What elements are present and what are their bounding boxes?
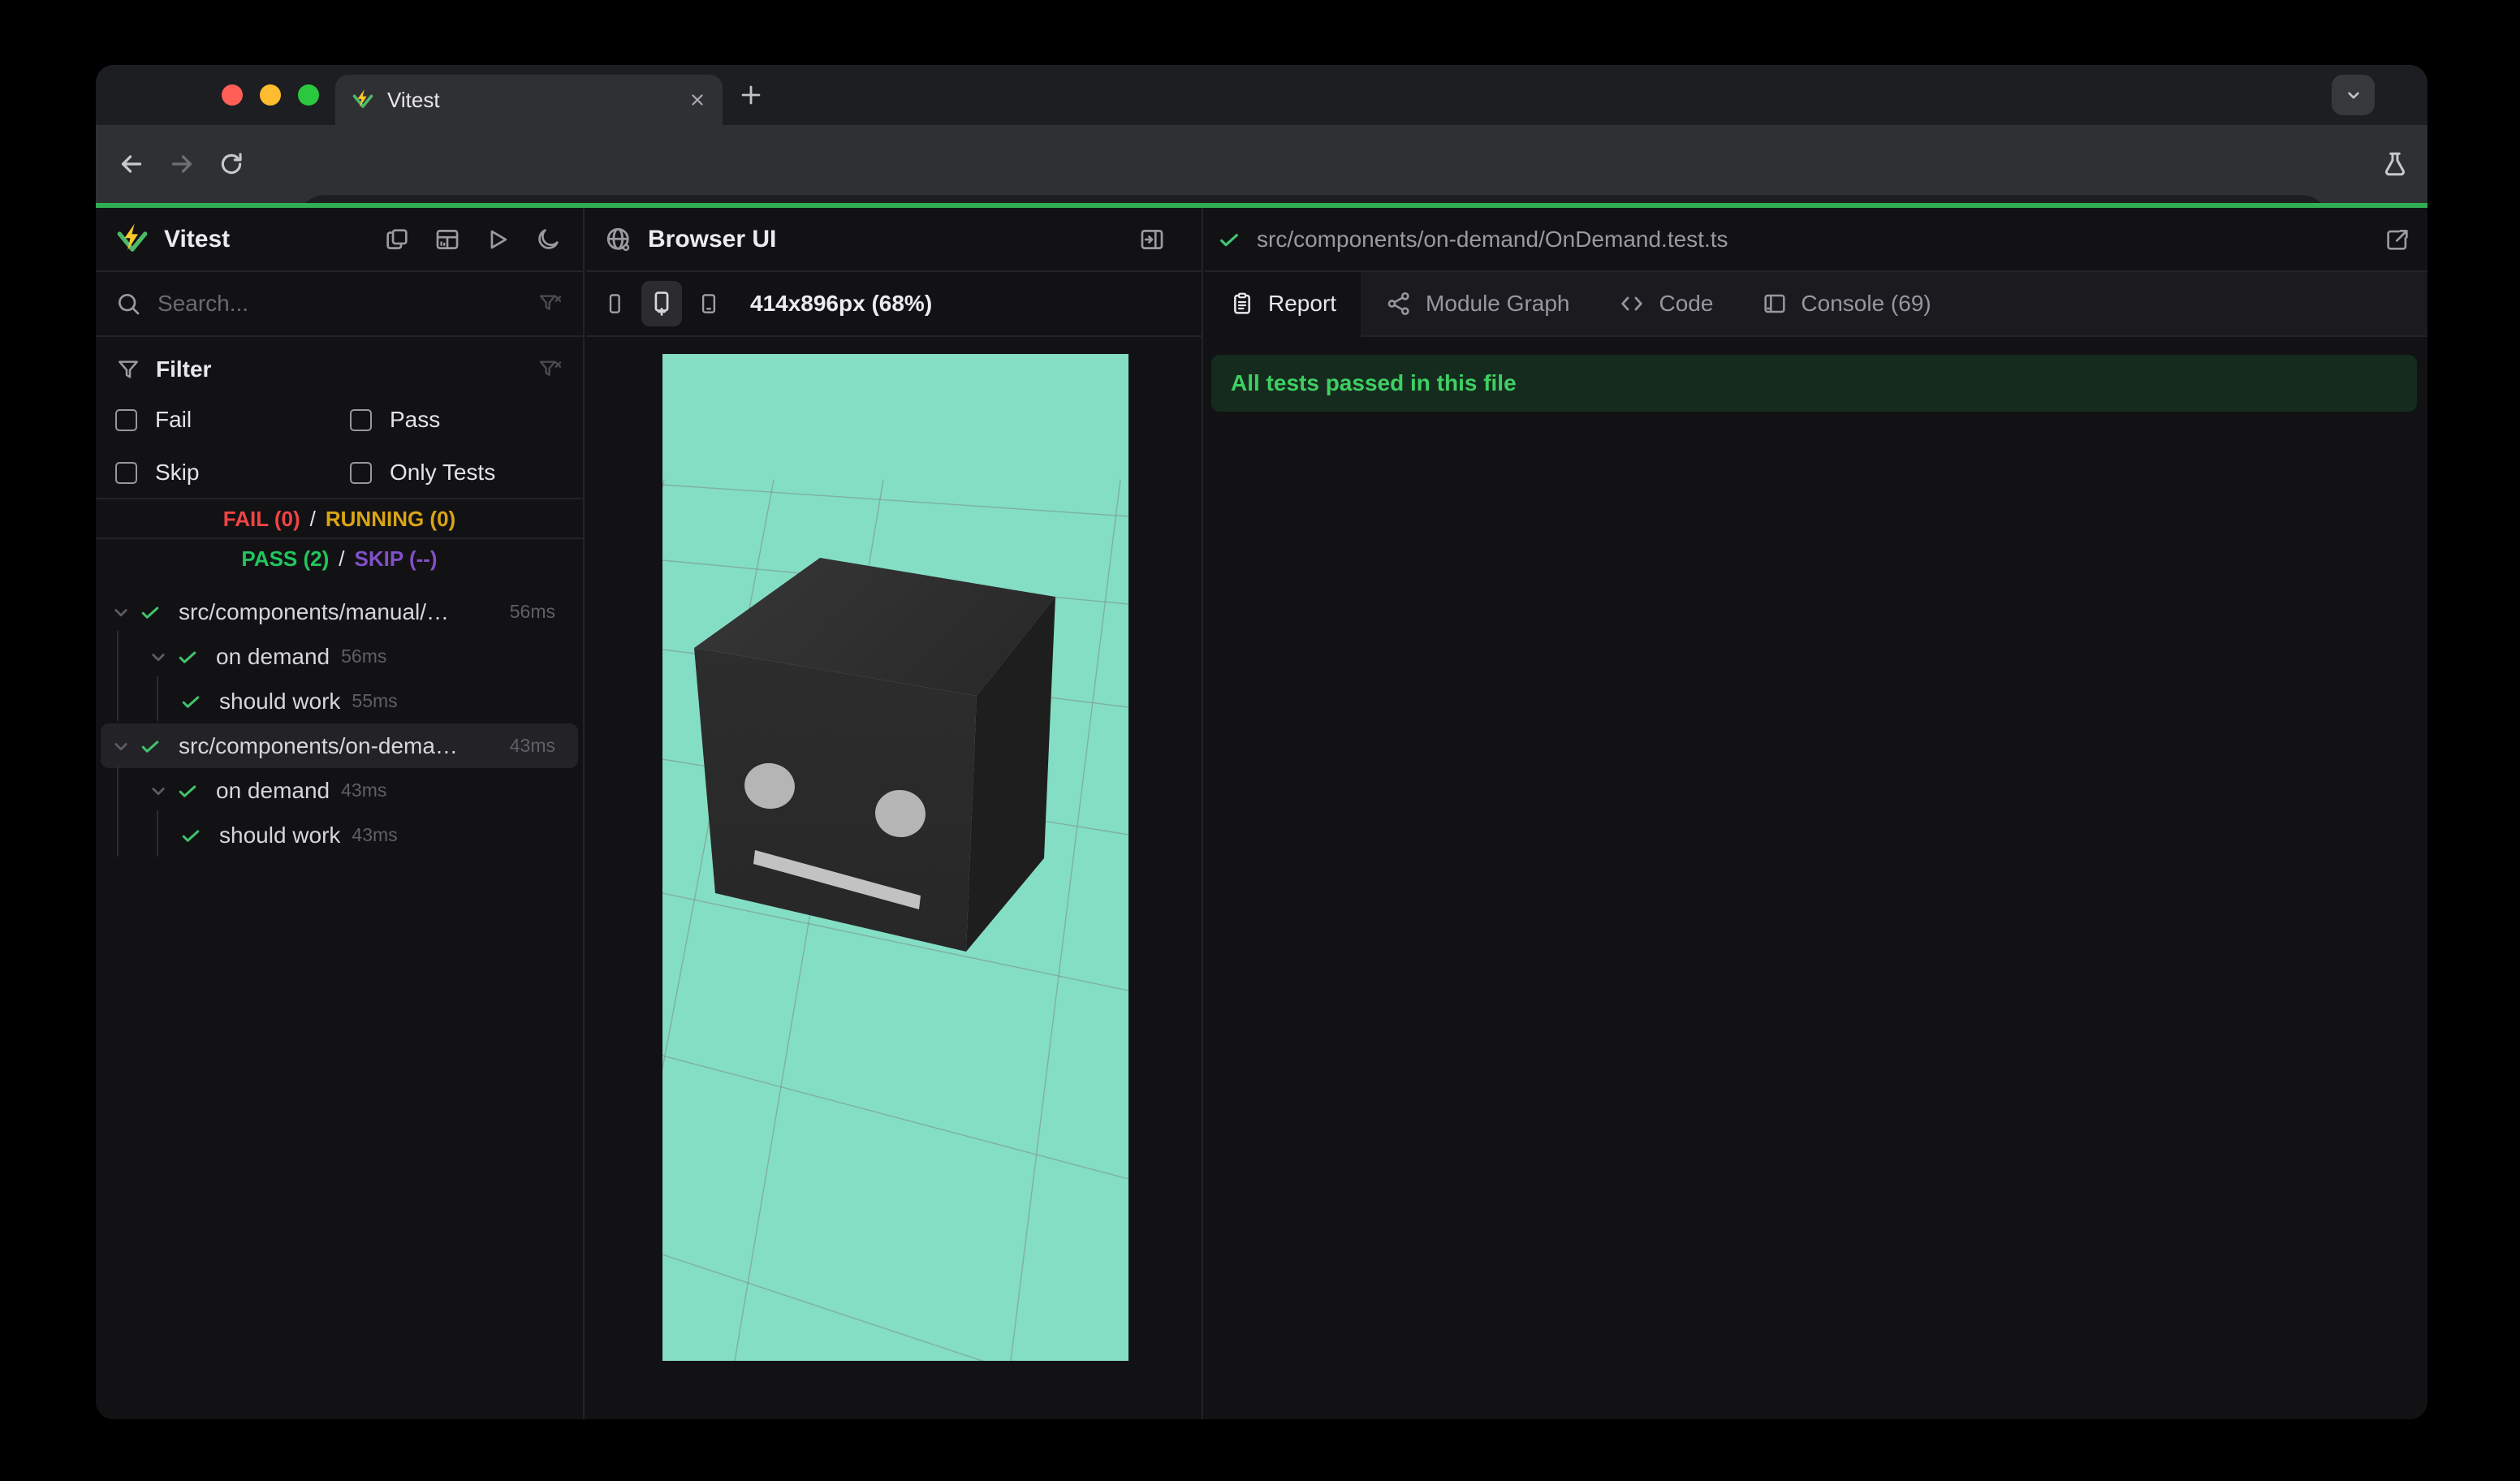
test-summary: FAIL (0) / RUNNING (0) PASS (2) / SKIP (…	[96, 500, 583, 578]
sidebar-content: Filter Fail Pass Skip Only Tests FAIL (0…	[96, 337, 583, 1419]
browser-ui-header: Browser UI	[586, 208, 1202, 272]
checkbox-fail[interactable]	[115, 408, 137, 431]
funnel-icon	[115, 356, 141, 382]
zoom-window-button[interactable]	[298, 84, 319, 106]
dashboard-icon[interactable]	[434, 226, 461, 253]
summary-row-pass-skip: PASS (2) / SKIP (--)	[241, 546, 438, 571]
reload-button[interactable]	[218, 150, 245, 178]
tab-close-icon[interactable]	[688, 91, 706, 109]
collapse-panel-icon[interactable]	[1138, 226, 1166, 253]
browser-window: Vitest Vitest Search... Filter Fail Pass…	[96, 65, 2427, 1419]
vitest-favicon-icon	[352, 89, 374, 111]
minimize-window-button[interactable]	[260, 84, 281, 106]
pass-count: PASS (2)	[241, 546, 330, 571]
checkbox-only-tests[interactable]	[350, 461, 372, 484]
screenshot-root: Vitest Vitest Search... Filter Fail Pass…	[0, 0, 2520, 1481]
tree-row-test[interactable]: should work 43ms	[96, 813, 583, 857]
run-all-icon[interactable]	[484, 226, 511, 253]
chevron-down-icon[interactable]	[146, 779, 175, 803]
pass-check-icon	[175, 645, 205, 669]
globe-icon	[604, 225, 633, 254]
browser-tab[interactable]: Vitest	[335, 75, 723, 125]
checkbox-skip[interactable]	[115, 461, 137, 484]
search-icon	[115, 291, 141, 317]
device-toolbar: 414x896px (68%)	[586, 272, 1202, 337]
pass-check-icon	[138, 734, 167, 758]
collapse-all-icon[interactable]	[383, 226, 411, 253]
search-row	[96, 272, 583, 337]
test-viewport[interactable]	[662, 354, 1128, 1361]
sidebar-actions	[383, 226, 562, 253]
report-content: All tests passed in this file	[1205, 337, 2427, 1419]
indent-guide	[117, 631, 119, 721]
filter-option-only-tests[interactable]: Only Tests	[350, 460, 563, 486]
tree-row-test[interactable]: should work 55ms	[96, 679, 583, 723]
robot-cube	[694, 558, 1055, 952]
checkbox-pass[interactable]	[350, 408, 372, 431]
chevron-down-icon[interactable]	[109, 600, 138, 624]
new-tab-button[interactable]	[737, 81, 765, 109]
clear-search-filter-icon[interactable]	[537, 291, 563, 317]
device-phone-add-button[interactable]	[641, 281, 682, 326]
browser-ui-title: Browser UI	[648, 225, 777, 253]
test-tree: src/components/manual/… 56ms on demand 5…	[96, 589, 583, 857]
tree-row-suite[interactable]: on demand 56ms	[96, 634, 583, 679]
app-title: Vitest	[164, 225, 231, 253]
sidebar-header: Vitest	[96, 208, 583, 272]
tab-console[interactable]: Console (69)	[1737, 272, 1955, 335]
filter-option-pass[interactable]: Pass	[350, 407, 563, 433]
tree-row-file-on-demand[interactable]: src/components/on-dema… 43ms	[101, 723, 578, 768]
open-external-icon[interactable]	[2384, 226, 2411, 253]
chevron-down-icon[interactable]	[146, 645, 175, 669]
skip-count: SKIP (--)	[354, 546, 438, 571]
indent-guide	[157, 810, 158, 857]
tab-module-graph[interactable]: Module Graph	[1361, 272, 1594, 335]
device-phone-dash-button[interactable]	[688, 281, 729, 326]
tree-row-file-manual[interactable]: src/components/manual/… 56ms	[96, 589, 583, 634]
fail-count: FAIL (0)	[222, 506, 300, 531]
browser-toolbar: localhost:5173/#/?file=1828625563	[96, 125, 2427, 253]
pass-check-icon	[138, 600, 167, 624]
pass-check-icon	[175, 779, 205, 803]
filter-section: Filter Fail Pass Skip Only Tests	[96, 337, 583, 499]
file-path: src/components/on-demand/OnDemand.test.t…	[1257, 226, 1728, 252]
viewport-size-label: 414x896px (68%)	[750, 291, 933, 316]
clear-filter-icon[interactable]	[537, 356, 563, 382]
filter-option-fail[interactable]: Fail	[115, 407, 350, 433]
tab-title: Vitest	[387, 87, 440, 112]
close-window-button[interactable]	[222, 84, 243, 106]
tab-search-button[interactable]	[2332, 75, 2375, 115]
chevron-down-icon[interactable]	[109, 734, 138, 758]
summary-row-fail-running: FAIL (0) / RUNNING (0)	[96, 500, 583, 539]
report-tabs: Report Module Graph Code Console (69)	[1205, 272, 2427, 337]
browser-preview-area	[586, 337, 1202, 1419]
sidebar: Vitest Search... Filter Fail Pass Skip O…	[96, 208, 585, 1419]
tree-row-suite[interactable]: on demand 43ms	[96, 768, 583, 813]
experiments-flask-icon[interactable]	[2380, 149, 2410, 179]
all-passed-banner: All tests passed in this file	[1211, 355, 2417, 412]
device-phone-small-button[interactable]	[594, 281, 635, 326]
report-panel: src/components/on-demand/OnDemand.test.t…	[1205, 208, 2427, 1419]
tab-report[interactable]: Report	[1205, 272, 1361, 337]
indent-guide	[117, 765, 119, 857]
filter-option-skip[interactable]: Skip	[115, 460, 350, 486]
vitest-logo-icon	[115, 222, 149, 257]
pass-check-icon	[179, 689, 208, 714]
pass-check-icon	[179, 823, 208, 848]
browser-ui-panel: Browser UI 414x896px (68%)	[586, 208, 1203, 1419]
vitest-ui: Vitest Search... Filter Fail Pass Skip O…	[96, 208, 2427, 1419]
forward-button[interactable]	[167, 149, 196, 179]
tab-code[interactable]: Code	[1594, 272, 1737, 335]
traffic-lights	[222, 65, 319, 125]
report-header: src/components/on-demand/OnDemand.test.t…	[1205, 208, 2427, 272]
theme-toggle-moon-icon[interactable]	[534, 226, 562, 253]
running-count: RUNNING (0)	[325, 506, 456, 531]
search-input[interactable]	[158, 291, 537, 317]
filter-title: Filter	[156, 356, 212, 382]
back-button[interactable]	[117, 149, 146, 179]
file-pass-check-icon	[1216, 227, 1242, 253]
tab-strip: Vitest	[96, 65, 2427, 125]
indent-guide	[157, 676, 158, 721]
